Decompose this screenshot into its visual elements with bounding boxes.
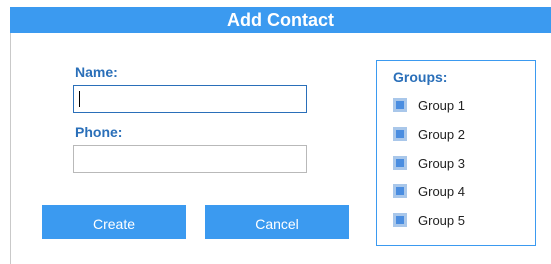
group-label: Group 5	[418, 212, 465, 228]
create-button[interactable]: Create	[42, 205, 186, 239]
group-checkbox-2[interactable]: Group 2	[393, 125, 465, 143]
group-label: Group 4	[418, 183, 465, 199]
group-label: Group 2	[418, 126, 465, 142]
checkbox-icon[interactable]	[393, 213, 407, 227]
groups-title: Groups:	[393, 69, 448, 85]
group-checkbox-5[interactable]: Group 5	[393, 211, 465, 229]
groups-panel: Groups: Group 1 Group 2 Group 3 Group 4 …	[376, 60, 536, 246]
checkbox-icon[interactable]	[393, 127, 407, 141]
name-label: Name:	[75, 64, 118, 80]
dialog-title: Add Contact	[10, 7, 551, 33]
group-label: Group 1	[418, 97, 465, 113]
text-caret	[79, 91, 80, 107]
dialog-border	[10, 33, 11, 264]
group-checkbox-1[interactable]: Group 1	[393, 96, 465, 114]
group-label: Group 3	[418, 155, 465, 171]
cancel-button[interactable]: Cancel	[205, 205, 349, 239]
checkbox-icon[interactable]	[393, 156, 407, 170]
phone-label: Phone:	[75, 124, 123, 140]
add-contact-dialog: Add Contact Name: Phone: Create Cancel G…	[0, 0, 551, 264]
group-checkbox-4[interactable]: Group 4	[393, 182, 465, 200]
name-field[interactable]	[73, 85, 307, 113]
checkbox-icon[interactable]	[393, 98, 407, 112]
group-checkbox-3[interactable]: Group 3	[393, 154, 465, 172]
checkbox-icon[interactable]	[393, 184, 407, 198]
phone-field[interactable]	[73, 145, 307, 173]
